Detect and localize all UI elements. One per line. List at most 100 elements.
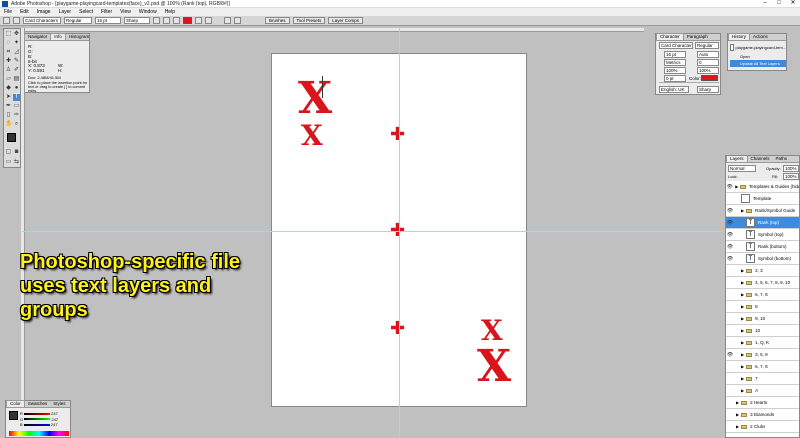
char-font-family[interactable]: Card Characters [659,42,693,49]
expand-triangle-icon[interactable]: ▶ [741,352,744,357]
standard-mode-icon[interactable]: ▢ [5,149,12,156]
expand-triangle-icon[interactable]: ▶ [736,400,739,405]
history-item-update-text[interactable]: Update All Text Layers [730,60,786,67]
layer-row[interactable]: ▶ 7 [726,373,799,385]
gradient-tool-icon[interactable]: ▤ [13,76,20,83]
layer-row[interactable]: ▶ 6, 7, 8 [726,361,799,373]
char-horizontal-scale[interactable]: 100% [697,67,719,74]
font-style-select[interactable]: Regular [64,17,92,24]
expand-triangle-icon[interactable]: ▶ [741,388,744,393]
char-kerning[interactable]: Metrics [664,59,686,66]
align-right-icon[interactable] [173,17,180,24]
minimize-icon[interactable]: – [758,0,772,7]
visibility-eye-icon[interactable]: 👁 [726,232,734,238]
char-tracking[interactable]: 0 [697,59,719,66]
layer-row[interactable]: 👁 ▶ Templates & Guides (hide... [726,181,799,193]
char-antialias[interactable]: Sharp [697,86,719,93]
guide-horizontal[interactable] [22,231,722,232]
expand-triangle-icon[interactable]: ▶ [736,412,739,417]
layer-row[interactable]: ▶ 4, 5, 6, 7, 8, 9, 10 [726,277,799,289]
layer-row[interactable]: ▶ 8 [726,301,799,313]
layer-row[interactable]: ▶ 10 [726,325,799,337]
tab-actions[interactable]: Actions [750,34,771,40]
history-item-open[interactable]: Open [730,53,786,60]
eraser-tool-icon[interactable]: ▱ [5,76,12,83]
layer-row[interactable]: ▶ A [726,385,799,397]
menu-image[interactable]: Image [33,9,55,15]
quick-mask-icon[interactable]: ◙ [13,149,20,156]
char-font-style[interactable]: Regular [695,42,719,49]
expand-triangle-icon[interactable]: ▶ [741,304,744,309]
layer-row[interactable]: Template [726,193,799,205]
text-color-swatch[interactable] [183,17,192,24]
tab-histogram[interactable]: Histogram [66,34,93,40]
layer-row[interactable]: ▶ 2, 3 [726,265,799,277]
menu-file[interactable]: File [0,9,16,15]
layer-row[interactable]: ▶ 3 Diamonds [726,409,799,421]
move-tool-icon[interactable]: ✥ [13,31,20,38]
zoom-tool-icon[interactable]: ⌕ [13,121,20,128]
tab-navigator[interactable]: Navigator [25,34,50,40]
lasso-tool-icon[interactable]: ◌ [5,40,12,47]
tab-brushes[interactable]: Brushes [265,17,290,24]
text-orientation-icon[interactable] [13,17,20,24]
tab-layers[interactable]: Layers [726,156,748,162]
layer-row[interactable]: ▶ 2 Clubs [726,421,799,433]
tab-paragraph[interactable]: Paragraph [684,34,711,40]
tab-color[interactable]: Color [6,400,25,407]
screen-mode-icon[interactable]: ▭ [5,159,12,166]
color-fg-swatch[interactable] [9,411,18,420]
guide-vertical[interactable] [399,28,400,438]
layer-row[interactable]: 👁 ▶ Rank/Symbol Guide [726,205,799,217]
char-leading[interactable]: Auto [697,51,719,58]
foreground-color-swatch[interactable] [7,133,16,142]
char-color-swatch[interactable] [701,75,718,81]
tab-info[interactable]: Info [50,33,66,40]
expand-triangle-icon[interactable]: ▶ [741,208,744,213]
tab-tool-presets[interactable]: Tool Presets [292,17,326,24]
text-tool-preset-icon[interactable] [3,17,10,24]
align-center-icon[interactable] [163,17,170,24]
tab-swatches[interactable]: Swatches [25,401,51,407]
visibility-eye-icon[interactable]: 👁 [726,256,734,262]
hand-tool-icon[interactable]: ✋ [5,121,12,128]
expand-triangle-icon[interactable]: ▶ [741,376,744,381]
layer-row[interactable]: 👁 T Rank (top) [726,217,799,229]
visibility-eye-icon[interactable]: 👁 [726,244,734,250]
menu-help[interactable]: Help [161,9,179,15]
layer-row[interactable]: ▶ 9, 10 [726,313,799,325]
expand-triangle-icon[interactable]: ▶ [735,184,738,189]
marquee-tool-icon[interactable]: ⬚ [5,31,12,38]
warp-text-icon[interactable] [195,17,202,24]
char-font-size[interactable]: 16 pt [664,51,686,58]
tab-history[interactable]: History [728,33,751,40]
align-left-icon[interactable] [153,17,160,24]
crop-tool-icon[interactable]: ⌗ [5,49,12,56]
expand-triangle-icon[interactable]: ▶ [741,280,744,285]
blur-tool-icon[interactable]: ◆ [5,85,12,92]
font-family-select[interactable]: Card Characters [23,17,61,24]
type-tool-icon[interactable]: T [13,94,20,101]
expand-triangle-icon[interactable]: ▶ [741,316,744,321]
history-snapshot[interactable]: playgame-playingcard-tem... [730,43,786,52]
blend-mode-select[interactable]: Normal [728,165,756,172]
expand-triangle-icon[interactable]: ▶ [741,328,744,333]
path-selection-tool-icon[interactable]: ➤ [5,94,12,101]
char-baseline-shift[interactable]: 0 pt [664,75,686,82]
cancel-edit-icon[interactable] [224,17,231,24]
expand-triangle-icon[interactable]: ▶ [741,292,744,297]
layer-row[interactable]: ▶ 1, Q, K [726,337,799,349]
jump-to-imageready-icon[interactable]: ⇆ [13,159,20,166]
healing-brush-tool-icon[interactable]: ✚ [5,58,12,65]
expand-triangle-icon[interactable]: ▶ [741,340,744,345]
close-icon[interactable]: ✕ [786,0,800,7]
dodge-tool-icon[interactable]: ● [13,85,20,92]
layer-row[interactable]: 👁 T Rank (bottom) [726,241,799,253]
eyedropper-tool-icon[interactable]: ✑ [13,112,20,119]
tab-channels[interactable]: Channels [748,156,773,162]
visibility-eye-icon[interactable]: 👁 [726,220,734,226]
magic-wand-tool-icon[interactable]: ✦ [13,40,20,47]
maximize-icon[interactable]: □ [772,0,786,7]
font-size-select[interactable]: 16 pt [95,17,121,24]
tab-styles[interactable]: Styles [50,401,68,407]
